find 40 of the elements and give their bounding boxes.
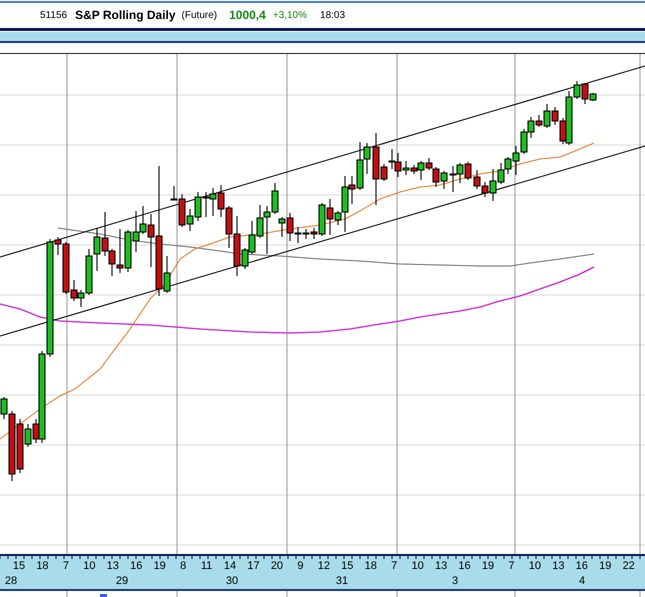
axis-tick-label: 8	[180, 560, 186, 572]
axis-tick-label: 10	[83, 560, 96, 572]
axis-tick-label: 11	[200, 560, 212, 572]
axis-tick-label: 10	[412, 560, 424, 572]
axis-tick-label: 13	[106, 560, 119, 572]
price-change: +3,10%	[272, 10, 308, 21]
axis-tick-label: 12	[318, 560, 330, 572]
axis-date-label: 28	[4, 575, 18, 587]
axis-tick-label: 19	[154, 560, 166, 572]
quote-time: 18:03	[320, 10, 346, 21]
axis-tick-label: 18	[36, 560, 49, 572]
axis-date-label: 29	[116, 575, 128, 587]
last-price: 1000,4	[229, 8, 266, 22]
axis-tick-label: 7	[391, 560, 398, 572]
axis-tick-label: 20	[270, 560, 284, 572]
instrument-type: (Future)	[182, 10, 218, 21]
axis-tick-label: 13	[552, 560, 564, 572]
axis-tick-label: 14	[224, 560, 236, 572]
axis-date-label: 4	[578, 575, 586, 587]
axis-tick-label: 15	[12, 560, 26, 572]
axis-date-label: 30	[226, 575, 238, 587]
axis-tick-label: 9	[297, 560, 304, 572]
axis-tick-label: 16	[576, 560, 588, 572]
axis-tick-label: 16	[130, 560, 142, 572]
axis-tick-label: 19	[599, 560, 612, 572]
axis-tick-label: 13	[434, 560, 448, 572]
axis-tick-label: 16	[458, 560, 471, 572]
instrument-title: S&P Rolling Daily	[75, 8, 176, 22]
axis-tick-label: 15	[341, 560, 354, 572]
axis-date-label: 31	[336, 575, 348, 587]
scroll-marker-icon	[100, 594, 107, 597]
axis-tick-label: 10	[528, 560, 542, 572]
axis-date-label: 3	[452, 575, 458, 587]
axis-tick-label: 17	[247, 560, 260, 572]
axis-tick-label: 22	[622, 560, 635, 572]
axis-tick-label: 19	[482, 560, 494, 572]
axis-tick-label: 18	[364, 560, 377, 572]
axis-tick-label: 7	[508, 560, 515, 572]
axis-tick-label: 7	[62, 560, 69, 572]
symbol-code: 51156	[40, 10, 68, 21]
